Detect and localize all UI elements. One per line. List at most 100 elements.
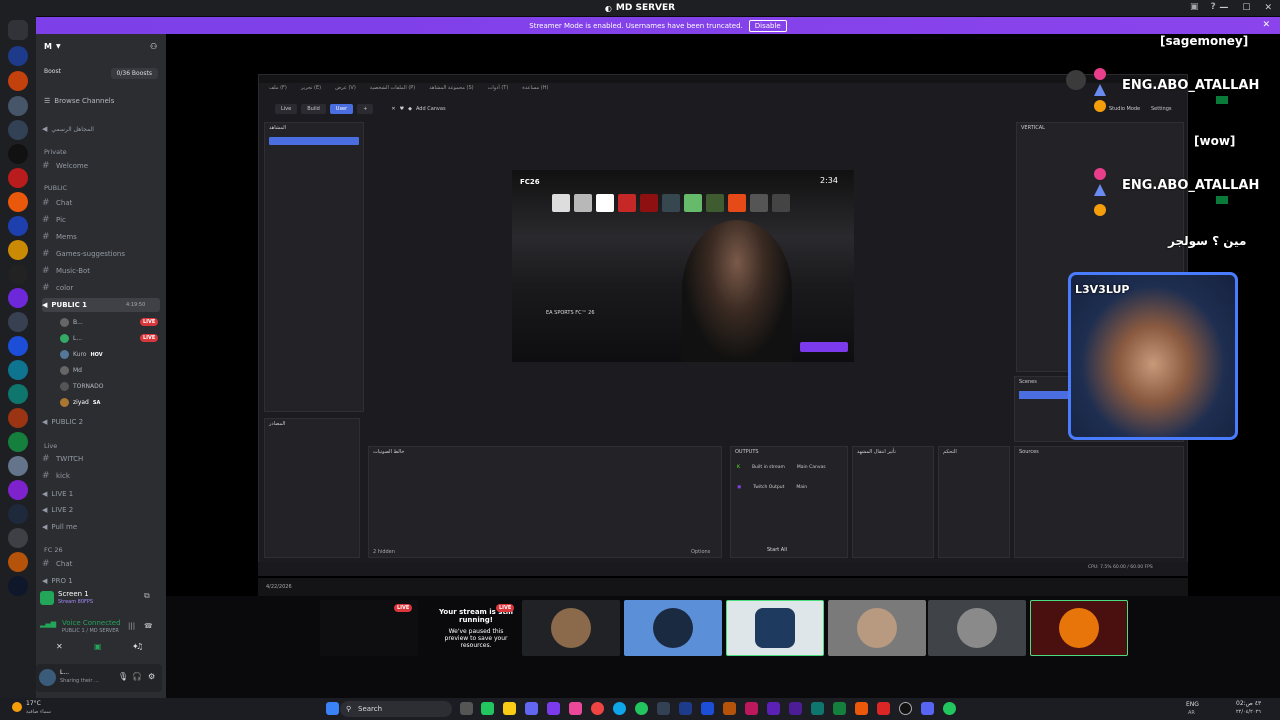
close-window-button[interactable]: ✕ (1264, 3, 1272, 13)
voice-user[interactable]: Kuro HOV (60, 350, 103, 359)
server-icon[interactable] (8, 120, 28, 140)
disconnect-icon[interactable]: ☎ (144, 622, 153, 630)
clock-time[interactable]: 02:٤٣ ص (1236, 700, 1261, 707)
channel-item[interactable]: ◀ PRO 1 (42, 574, 73, 588)
soundboard-icon[interactable]: ♫ (136, 642, 143, 651)
server-icon[interactable] (8, 552, 28, 572)
discord-taskbar-icon[interactable] (921, 702, 934, 715)
server-icon[interactable] (8, 168, 28, 188)
obs-menu-item[interactable]: عرض (V) (335, 85, 356, 91)
live-tab[interactable]: Live (275, 104, 298, 114)
voice-user[interactable]: ziyad SA (60, 398, 100, 407)
disable-streamer-mode-button[interactable]: Disable (748, 19, 787, 32)
channel-item[interactable]: # Welcome (42, 159, 88, 173)
boost-row[interactable]: Boost 0/36 Boosts (36, 68, 166, 79)
category-public[interactable]: PUBLIC (44, 184, 67, 192)
indesign-icon[interactable] (745, 702, 758, 715)
whatsapp-icon[interactable] (635, 702, 648, 715)
add-canvas-button[interactable]: Add Canvas (416, 106, 446, 112)
audition-icon[interactable] (811, 702, 824, 715)
channel-item[interactable]: ◀ المجاهل الرسمي (42, 122, 94, 136)
server-icon[interactable] (8, 71, 28, 91)
user-tab[interactable]: User (329, 104, 354, 114)
channel-item[interactable]: ◀ Pull me (42, 520, 77, 534)
server-icon[interactable] (8, 456, 28, 476)
mixer-options-button[interactable]: Options (691, 549, 710, 555)
channel-item[interactable]: ◀ LIVE 2 (42, 503, 73, 517)
server-icon[interactable] (8, 408, 28, 428)
channel-item[interactable]: # kick (42, 469, 70, 483)
server-icon[interactable] (8, 504, 28, 524)
spotify-icon[interactable] (943, 702, 956, 715)
heart-icon[interactable]: ♥ (400, 106, 404, 112)
channel-item[interactable]: # Pic (42, 213, 66, 227)
participant-tile[interactable] (928, 600, 1026, 656)
server-icon[interactable] (8, 240, 28, 260)
obs-menu-item[interactable]: تحرير (E) (301, 85, 321, 91)
server-icon[interactable] (8, 480, 28, 500)
obs-icon[interactable] (899, 702, 912, 715)
tag-icon[interactable]: ◆ (408, 106, 412, 112)
settings-gear-icon[interactable]: ⚙ (148, 672, 155, 681)
minimize-button[interactable]: — (1219, 3, 1228, 13)
illustrator-icon[interactable] (723, 702, 736, 715)
mute-icon[interactable]: 🎙 (118, 672, 128, 681)
server-header[interactable]: M ▼ ⚇ (36, 34, 166, 58)
server-icon[interactable] (8, 432, 28, 452)
channel-item[interactable]: # Music-Bot (42, 264, 90, 278)
output-row[interactable]: K Built in stream Main Canvas (737, 465, 826, 470)
weather-temp[interactable]: 17°C (26, 700, 41, 707)
channel-item[interactable]: # color (42, 281, 73, 295)
server-icon[interactable] (8, 384, 28, 404)
participant-tile[interactable] (1030, 600, 1128, 656)
vertical-scene-selected[interactable] (1019, 391, 1069, 399)
participant-tile[interactable] (624, 600, 722, 656)
acrobat-icon[interactable] (877, 702, 890, 715)
obs-menu-item[interactable]: ملف (F) (269, 85, 287, 91)
add-user-icon[interactable]: ⚇ (150, 42, 157, 51)
server-icon[interactable] (8, 312, 28, 332)
inbox-icon[interactable]: ▣ (1190, 2, 1199, 12)
teams-icon[interactable] (525, 702, 538, 715)
channel-item[interactable]: ◀ LIVE 1 (42, 487, 73, 501)
participant-tile[interactable] (522, 600, 620, 656)
settings-button[interactable]: Settings (1151, 106, 1172, 112)
server-icon[interactable] (8, 528, 28, 548)
voice-user[interactable]: B... (60, 318, 83, 327)
app-icon[interactable] (855, 702, 868, 715)
telegram-icon[interactable] (613, 702, 626, 715)
server-icon[interactable] (8, 46, 28, 66)
server-icon[interactable] (8, 264, 28, 284)
maximize-button[interactable]: ☐ (1242, 3, 1250, 13)
home-icon[interactable] (8, 20, 28, 40)
photoshop-icon[interactable] (701, 702, 714, 715)
close-icon[interactable]: ✕ (391, 106, 395, 112)
screen-share-icon[interactable]: ▣ (94, 642, 102, 651)
lightroom-icon[interactable] (679, 702, 692, 715)
server-icon[interactable] (8, 192, 28, 212)
add-tab-icon[interactable]: + (357, 104, 374, 114)
participant-tile[interactable] (828, 600, 926, 656)
server-icon[interactable] (8, 288, 28, 308)
server-icon[interactable] (8, 144, 28, 164)
start-icon[interactable] (326, 702, 339, 715)
build-tab[interactable]: Build (301, 104, 326, 114)
app-icon[interactable] (657, 702, 670, 715)
noise-icon[interactable]: ||| (128, 622, 135, 630)
copilot-icon[interactable] (481, 702, 494, 715)
channel-item[interactable]: # Chat (42, 557, 72, 571)
participant-tile[interactable] (726, 600, 824, 656)
category-live[interactable]: Live (44, 442, 57, 450)
category-fc26[interactable]: FC 26 (44, 546, 63, 554)
voice-user[interactable]: Md (60, 366, 82, 375)
channel-item[interactable]: # Games-suggestions (42, 247, 125, 261)
channel-item[interactable]: # TWITCH (42, 452, 83, 466)
obs-menu-item[interactable]: أدوات (T) (488, 85, 509, 91)
category-private[interactable]: Private (44, 148, 67, 156)
app-icon[interactable] (833, 702, 846, 715)
voice-channel-public-1[interactable]: ◀ PUBLIC 1 4:19:50 (42, 298, 160, 312)
taskbar-search[interactable]: ⚲ Search (340, 701, 452, 717)
output-row[interactable]: ▣ Twitch Output Main (737, 485, 807, 490)
server-icon[interactable] (8, 360, 28, 380)
after-effects-icon[interactable] (789, 702, 802, 715)
